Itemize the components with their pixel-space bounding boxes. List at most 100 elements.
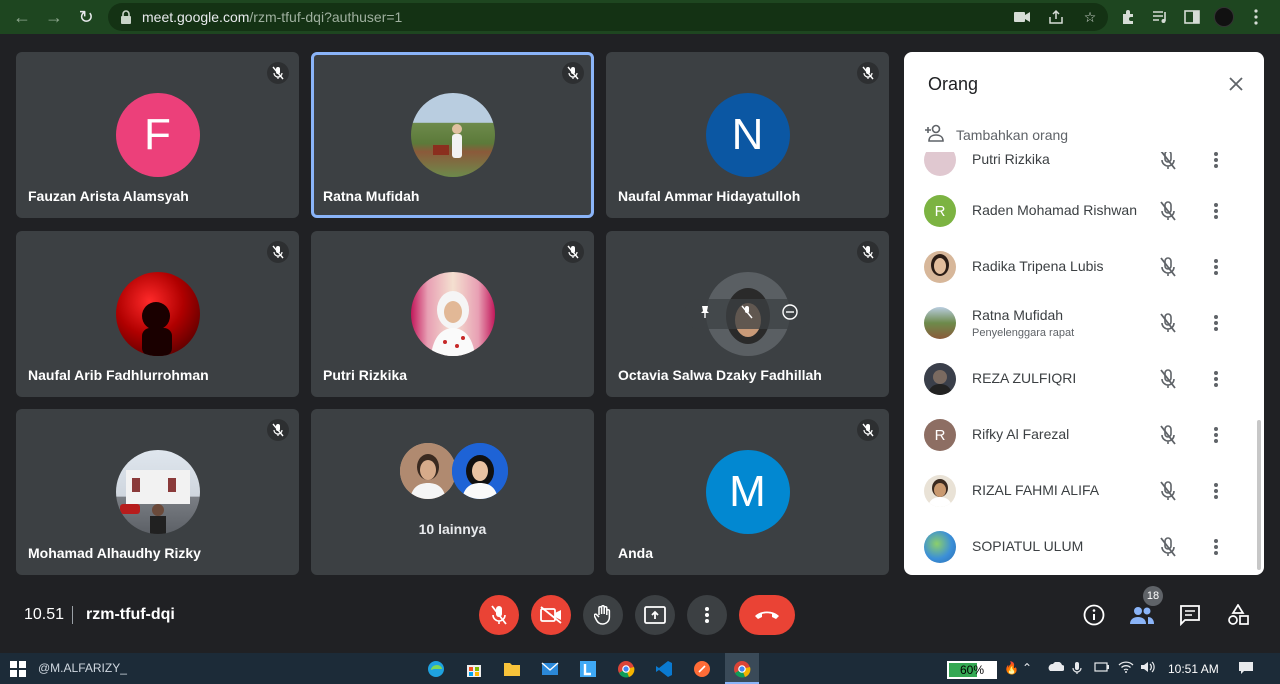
more-options-icon[interactable]	[1204, 367, 1228, 391]
taskbar-user-label: @M.ALFARIZY_	[38, 661, 127, 675]
battery-percent: 60%	[959, 663, 985, 677]
more-participants-tile[interactable]: 10 lainnya	[311, 409, 594, 575]
participant-tile[interactable]: Mohamad Alhaudhy Rizky	[16, 409, 299, 575]
more-options-icon[interactable]	[1204, 199, 1228, 223]
microphone-icon[interactable]	[1072, 661, 1082, 678]
mute-participant-icon[interactable]	[741, 305, 753, 324]
participant-name: Naufal Ammar Hidayatulloh	[618, 188, 801, 204]
chrome-icon[interactable]	[614, 657, 638, 681]
participant-row[interactable]: R Raden Mohamad Rishwan	[904, 183, 1256, 239]
meeting-details-button[interactable]	[1080, 601, 1108, 629]
add-person-icon	[924, 124, 946, 145]
participant-tile[interactable]: F Fauzan Arista Alamsyah	[16, 52, 299, 218]
participant-row-name: Putri Rizkika	[972, 152, 1050, 167]
self-tile[interactable]: M Anda	[606, 409, 889, 575]
add-people-button[interactable]: Tambahkan orang	[924, 124, 1068, 145]
more-options-button[interactable]	[687, 595, 727, 635]
participant-row[interactable]: RIZAL FAHMI ALIFA	[904, 463, 1256, 519]
more-options-icon[interactable]	[1204, 152, 1228, 172]
chat-button[interactable]	[1176, 601, 1204, 629]
power-plug-icon[interactable]	[1094, 661, 1110, 676]
toggle-mic-button[interactable]	[479, 595, 519, 635]
mic-off-icon	[1156, 152, 1180, 172]
lync-app-icon[interactable]	[576, 657, 600, 681]
mic-off-icon	[267, 62, 289, 84]
participant-row[interactable]: REZA ZULFIQRI	[904, 351, 1256, 407]
participant-photo	[924, 152, 956, 176]
volume-icon[interactable]	[1140, 661, 1156, 676]
address-bar[interactable]: meet.google.com/rzm-tfuf-dqi?authuser=1 …	[108, 3, 1108, 31]
participant-photo	[115, 272, 200, 356]
participant-row-name: Ratna Mufidah	[972, 307, 1064, 323]
chrome-menu-icon[interactable]	[1246, 7, 1266, 27]
mic-off-icon	[1156, 255, 1180, 279]
raise-hand-button[interactable]	[583, 595, 623, 635]
participant-avatar: N	[705, 93, 790, 177]
chevron-up-icon[interactable]: ⌃	[1022, 661, 1032, 675]
meeting-time: 10.51	[24, 606, 65, 623]
panel-title: Orang	[928, 74, 979, 94]
participant-avatar: F	[115, 93, 200, 177]
notifications-icon[interactable]	[1238, 661, 1254, 678]
participant-tile[interactable]: Putri Rizkika	[311, 231, 594, 397]
chat-icon	[1180, 605, 1200, 626]
back-icon[interactable]: ←	[8, 3, 36, 31]
mic-off-icon	[1156, 367, 1180, 391]
postman-icon[interactable]	[690, 657, 714, 681]
more-participants-label: 10 lainnya	[418, 521, 487, 537]
more-options-icon[interactable]	[1204, 423, 1228, 447]
media-control-icon[interactable]	[1150, 7, 1170, 27]
participant-tile[interactable]: N Naufal Ammar Hidayatulloh	[606, 52, 889, 218]
participant-row[interactable]: R Rifky Al Farezal	[904, 407, 1256, 463]
store-icon[interactable]	[462, 657, 486, 681]
vscode-icon[interactable]	[652, 657, 676, 681]
bookmark-star-icon[interactable]: ☆	[1080, 7, 1100, 27]
participant-tile-active[interactable]: Ratna Mufidah	[311, 52, 594, 218]
remove-icon[interactable]	[781, 303, 798, 325]
present-screen-button[interactable]	[635, 595, 675, 635]
participant-tile[interactable]: Octavia Salwa Dzaky Fadhillah	[606, 231, 889, 397]
battery-indicator[interactable]: 60%	[947, 661, 997, 679]
meeting-code: rzm-tfuf-dqi	[86, 606, 175, 623]
mic-off-icon	[491, 605, 507, 625]
profile-avatar[interactable]	[1214, 7, 1234, 27]
forward-icon[interactable]: →	[40, 3, 68, 31]
participant-row-name: REZA ZULFIQRI	[972, 370, 1077, 386]
activities-button[interactable]	[1224, 601, 1252, 629]
mic-off-icon	[1156, 535, 1180, 559]
more-options-icon[interactable]	[1204, 255, 1228, 279]
participant-name: Fauzan Arista Alamsyah	[28, 188, 189, 204]
windows-start-icon[interactable]	[10, 661, 26, 677]
more-options-icon[interactable]	[1204, 535, 1228, 559]
file-explorer-icon[interactable]	[500, 657, 524, 681]
participant-row-host[interactable]: Ratna Mufidah Penyelenggara rapat	[904, 295, 1256, 351]
participant-row[interactable]: Radika Tripena Lubis	[904, 239, 1256, 295]
reload-icon[interactable]: ↻	[72, 3, 100, 31]
participant-tile[interactable]: Naufal Arib Fadhlurrohman	[16, 231, 299, 397]
panel-scrollbar[interactable]	[1257, 420, 1261, 570]
participant-photo	[400, 443, 456, 499]
side-panel-icon[interactable]	[1182, 7, 1202, 27]
camera-icon[interactable]	[1012, 7, 1032, 27]
onedrive-icon[interactable]	[1046, 661, 1065, 675]
more-options-icon[interactable]	[1204, 311, 1228, 335]
participant-avatar: R	[924, 419, 956, 451]
close-icon[interactable]	[1224, 72, 1248, 96]
flame-icon[interactable]: 🔥	[1004, 661, 1019, 675]
participant-row[interactable]: SOPIATUL ULUM	[904, 519, 1256, 572]
leave-call-button[interactable]	[739, 595, 795, 635]
participant-name: Ratna Mufidah	[323, 188, 420, 204]
pin-icon[interactable]	[698, 305, 712, 324]
chrome-active-icon[interactable]	[730, 657, 754, 681]
wifi-icon[interactable]	[1118, 661, 1134, 676]
share-icon[interactable]	[1046, 7, 1066, 27]
participant-photo	[452, 443, 508, 499]
more-vert-icon	[705, 607, 709, 623]
toggle-camera-button[interactable]	[531, 595, 571, 635]
participant-photo	[924, 475, 956, 507]
extensions-icon[interactable]	[1118, 7, 1138, 27]
mail-icon[interactable]	[538, 657, 562, 681]
edge-icon[interactable]	[424, 657, 448, 681]
more-options-icon[interactable]	[1204, 479, 1228, 503]
camera-off-icon	[540, 606, 562, 624]
